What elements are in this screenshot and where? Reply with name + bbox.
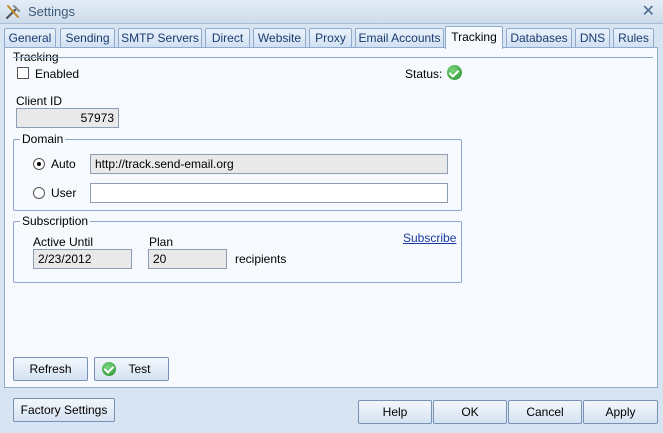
check-icon [102, 362, 116, 376]
client-id-field[interactable]: 57973 [16, 108, 119, 128]
auto-radio[interactable] [33, 158, 45, 170]
subscription-group: Subscription Subscribe Active Until 2/23… [13, 214, 462, 283]
window-title: Settings [28, 4, 75, 19]
status-ok-icon [447, 65, 462, 80]
ok-label: OK [461, 405, 479, 419]
enabled-label: Enabled [35, 67, 80, 81]
title-bar: Settings ✕ [0, 0, 663, 24]
tab-proxy[interactable]: Proxy [309, 28, 352, 48]
test-button[interactable]: Test [94, 357, 169, 381]
tab-email-accounts[interactable]: Email Accounts [355, 28, 444, 48]
tab-rules[interactable]: Rules [613, 28, 654, 48]
tab-dns[interactable]: DNS [575, 28, 610, 48]
enabled-checkbox[interactable] [17, 67, 29, 79]
active-until-field[interactable]: 2/23/2012 [33, 249, 132, 269]
tab-databases[interactable]: Databases [506, 28, 572, 48]
cancel-button[interactable]: Cancel [508, 400, 582, 424]
refresh-button-label: Refresh [29, 362, 72, 376]
plan-field[interactable]: 20 [148, 249, 227, 269]
apply-button[interactable]: Apply [583, 400, 658, 424]
factory-settings-label: Factory Settings [20, 403, 108, 417]
tracking-group-line [13, 57, 653, 58]
tracking-panel: Tracking Enabled Status: Client ID 57973… [4, 47, 658, 388]
plan-unit-label: recipients [235, 252, 287, 266]
apply-label: Apply [605, 405, 636, 419]
tab-smtp-servers[interactable]: SMTP Servers [118, 28, 202, 48]
plan-label: Plan [149, 235, 174, 249]
tab-tracking[interactable]: Tracking [445, 26, 503, 49]
domain-group: Domain Auto http://track.send-email.org … [13, 132, 462, 211]
active-until-label: Active Until [33, 235, 94, 249]
user-label: User [51, 186, 77, 200]
close-icon[interactable]: ✕ [642, 1, 655, 21]
status-label: Status: [405, 67, 443, 81]
tab-website[interactable]: Website [253, 28, 306, 48]
factory-settings-button[interactable]: Factory Settings [13, 398, 115, 422]
tab-general[interactable]: General [4, 28, 56, 48]
test-button-label: Test [128, 362, 151, 376]
domain-group-label: Domain [20, 132, 66, 146]
subscription-group-label: Subscription [20, 214, 91, 228]
cancel-label: Cancel [526, 405, 564, 419]
tools-icon [5, 5, 20, 20]
user-domain-field[interactable] [90, 183, 448, 203]
auto-label: Auto [51, 157, 76, 171]
ok-button[interactable]: OK [433, 400, 507, 424]
help-label: Help [382, 405, 408, 419]
tab-sending[interactable]: Sending [60, 28, 115, 48]
user-radio[interactable] [33, 187, 45, 199]
refresh-button[interactable]: Refresh [13, 357, 88, 381]
tab-direct[interactable]: Direct [205, 28, 250, 48]
help-button[interactable]: Help [358, 400, 432, 424]
client-id-label: Client ID [16, 94, 63, 108]
subscribe-link[interactable]: Subscribe [403, 231, 456, 245]
auto-domain-field[interactable]: http://track.send-email.org [90, 154, 448, 174]
